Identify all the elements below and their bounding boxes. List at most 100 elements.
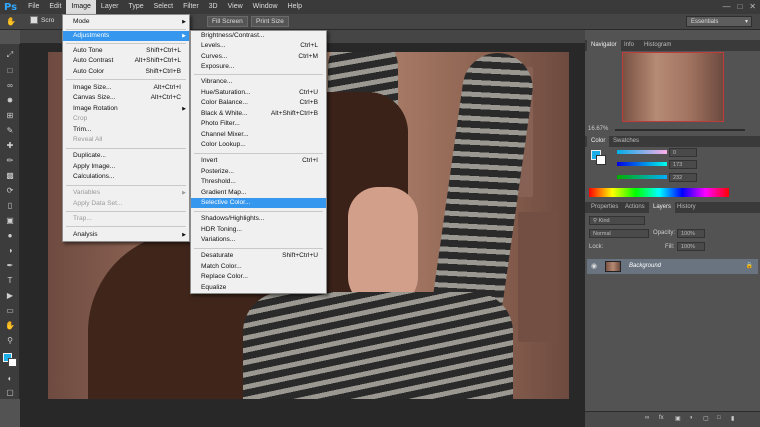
menu-item-replace-color[interactable]: Replace Color...	[191, 272, 326, 282]
menu-item-threshold[interactable]: Threshold...	[191, 177, 326, 187]
menu-type[interactable]: Type	[123, 0, 148, 14]
menu-item-adjustments[interactable]: Adjustments ▶	[63, 31, 189, 41]
zoom-slider[interactable]	[615, 129, 745, 131]
tab-history[interactable]: History	[673, 202, 700, 213]
hand-tool-icon[interactable]: ✋	[3, 321, 17, 330]
menu-item-curves[interactable]: Curves... Ctrl+M	[191, 52, 326, 62]
tab-swatches[interactable]: Swatches	[609, 136, 643, 147]
menu-item-photo-filter[interactable]: Photo Filter...	[191, 119, 326, 129]
link-layers-icon[interactable]: ∞	[645, 415, 649, 421]
menu-help[interactable]: Help	[283, 0, 307, 14]
menu-item-invert[interactable]: Invert Ctrl+I	[191, 156, 326, 166]
menu-item-hdr-toning[interactable]: HDR Toning...	[191, 225, 326, 235]
minimize-icon[interactable]: —	[722, 2, 730, 11]
layer-row[interactable]: ◉ Background 🔒	[587, 259, 758, 274]
zoom-level[interactable]: 16.67%	[588, 126, 608, 132]
menu-item-trim[interactable]: Trim...	[63, 125, 189, 135]
menu-item-equalize[interactable]: Equalize	[191, 283, 326, 293]
menu-edit[interactable]: Edit	[44, 0, 66, 14]
background-color-swatch[interactable]	[8, 358, 17, 367]
tab-actions[interactable]: Actions	[621, 202, 649, 213]
scroll-all-checkbox[interactable]	[30, 16, 38, 24]
type-tool-icon[interactable]: T	[3, 276, 17, 285]
menu-item-black-white[interactable]: Black & White... Alt+Shift+Ctrl+B	[191, 109, 326, 119]
mask-icon[interactable]: ▣	[675, 415, 681, 422]
fill-screen-button[interactable]: Fill Screen	[207, 16, 248, 27]
menu-item-apply-image[interactable]: Apply Image...	[63, 162, 189, 172]
blend-mode-select[interactable]: Normal	[589, 229, 649, 238]
tab-layers[interactable]: Layers	[649, 202, 676, 213]
close-icon[interactable]: ✕	[749, 2, 756, 11]
layer-filter-kind[interactable]: ⚲ Kind	[589, 216, 645, 225]
menu-item-canvas-size[interactable]: Canvas Size... Alt+Ctrl+C	[63, 93, 189, 103]
menu-item-posterize[interactable]: Posterize...	[191, 167, 326, 177]
dodge-tool-icon[interactable]: ◑	[3, 246, 17, 255]
color-spectrum[interactable]	[589, 188, 729, 197]
menu-view[interactable]: View	[223, 0, 248, 14]
menu-item-selective-color[interactable]: Selective Color...	[191, 198, 326, 208]
green-slider[interactable]	[617, 162, 667, 166]
menu-item-auto-tone[interactable]: Auto Tone Shift+Ctrl+L	[63, 46, 189, 56]
brush-tool-icon[interactable]: ✏	[3, 156, 17, 165]
pen-tool-icon[interactable]: ✒	[3, 261, 17, 270]
tab-properties[interactable]: Properties	[587, 202, 622, 213]
blur-tool-icon[interactable]: ●	[3, 231, 17, 240]
screen-mode-icon[interactable]: ▢	[3, 388, 17, 397]
quick-select-tool-icon[interactable]: ✸	[3, 96, 17, 105]
navigator-thumbnail[interactable]	[622, 52, 724, 122]
menu-item-image-size[interactable]: Image Size... Alt+Ctrl+I	[63, 83, 189, 93]
menu-item-variations[interactable]: Variations...	[191, 235, 326, 245]
marquee-tool-icon[interactable]: □	[3, 66, 17, 75]
lasso-tool-icon[interactable]: ∞	[3, 81, 17, 90]
trash-icon[interactable]: ▮	[731, 415, 734, 422]
menu-item-hue-saturation[interactable]: Hue/Saturation... Ctrl+U	[191, 88, 326, 98]
fill-field[interactable]: 100%	[677, 242, 705, 251]
red-slider[interactable]	[617, 150, 667, 154]
menu-item-brightness-contrast[interactable]: Brightness/Contrast...	[191, 31, 326, 41]
green-value[interactable]: 173	[669, 160, 697, 169]
tab-color[interactable]: Color	[587, 136, 610, 147]
menu-item-auto-color[interactable]: Auto Color Shift+Ctrl+B	[63, 67, 189, 77]
tab-navigator[interactable]: Navigator	[587, 40, 621, 51]
blue-slider[interactable]	[617, 175, 667, 179]
tab-info[interactable]: Info	[620, 40, 638, 51]
eyedropper-tool-icon[interactable]: ✎	[3, 126, 17, 135]
menu-select[interactable]: Select	[149, 0, 178, 14]
menu-item-gradient-map[interactable]: Gradient Map...	[191, 188, 326, 198]
eraser-tool-icon[interactable]: ▯	[3, 201, 17, 210]
move-tool-icon[interactable]: ⤢	[3, 50, 17, 59]
stamp-tool-icon[interactable]: ▩	[3, 171, 17, 180]
menu-item-match-color[interactable]: Match Color...	[191, 262, 326, 272]
quick-mask-icon[interactable]: ◐	[3, 374, 17, 383]
crop-tool-icon[interactable]: ⊞	[3, 111, 17, 120]
shape-tool-icon[interactable]: ▭	[3, 306, 17, 315]
path-select-tool-icon[interactable]: ▶	[3, 291, 17, 300]
layer-name[interactable]: Background	[629, 263, 661, 269]
menu-item-auto-contrast[interactable]: Auto Contrast Alt+Shift+Ctrl+L	[63, 56, 189, 66]
hand-tool-icon[interactable]: ✋	[4, 17, 18, 26]
menu-item-image-rotation[interactable]: Image Rotation ▶	[63, 104, 189, 114]
fx-icon[interactable]: fx	[659, 415, 664, 421]
workspace-select[interactable]: Essentials ▾	[686, 16, 752, 27]
new-layer-icon[interactable]: □	[717, 415, 721, 421]
adjustment-layer-icon[interactable]: ◑	[689, 415, 693, 421]
menu-item-desaturate[interactable]: Desaturate Shift+Ctrl+U	[191, 251, 326, 261]
menu-item-duplicate[interactable]: Duplicate...	[63, 151, 189, 161]
menu-item-levels[interactable]: Levels... Ctrl+L	[191, 41, 326, 51]
menu-layer[interactable]: Layer	[96, 0, 124, 14]
menu-item-color-lookup[interactable]: Color Lookup...	[191, 140, 326, 150]
menu-image[interactable]: Image	[66, 0, 96, 14]
opacity-field[interactable]: 100%	[677, 229, 705, 238]
menu-item-channel-mixer[interactable]: Channel Mixer...	[191, 130, 326, 140]
tab-histogram[interactable]: Histogram	[640, 40, 675, 51]
menu-3d[interactable]: 3D	[204, 0, 223, 14]
menu-window[interactable]: Window	[248, 0, 283, 14]
group-folder-icon[interactable]: ▢	[703, 415, 709, 422]
red-value[interactable]: 0	[669, 148, 697, 157]
history-brush-icon[interactable]: ⟳	[3, 186, 17, 195]
blue-value[interactable]: 232	[669, 173, 697, 182]
menu-filter[interactable]: Filter	[178, 0, 204, 14]
maximize-icon[interactable]: □	[737, 2, 742, 11]
zoom-tool-icon[interactable]: ⚲	[3, 336, 17, 345]
menu-item-shadows-highlights[interactable]: Shadows/Highlights...	[191, 214, 326, 224]
